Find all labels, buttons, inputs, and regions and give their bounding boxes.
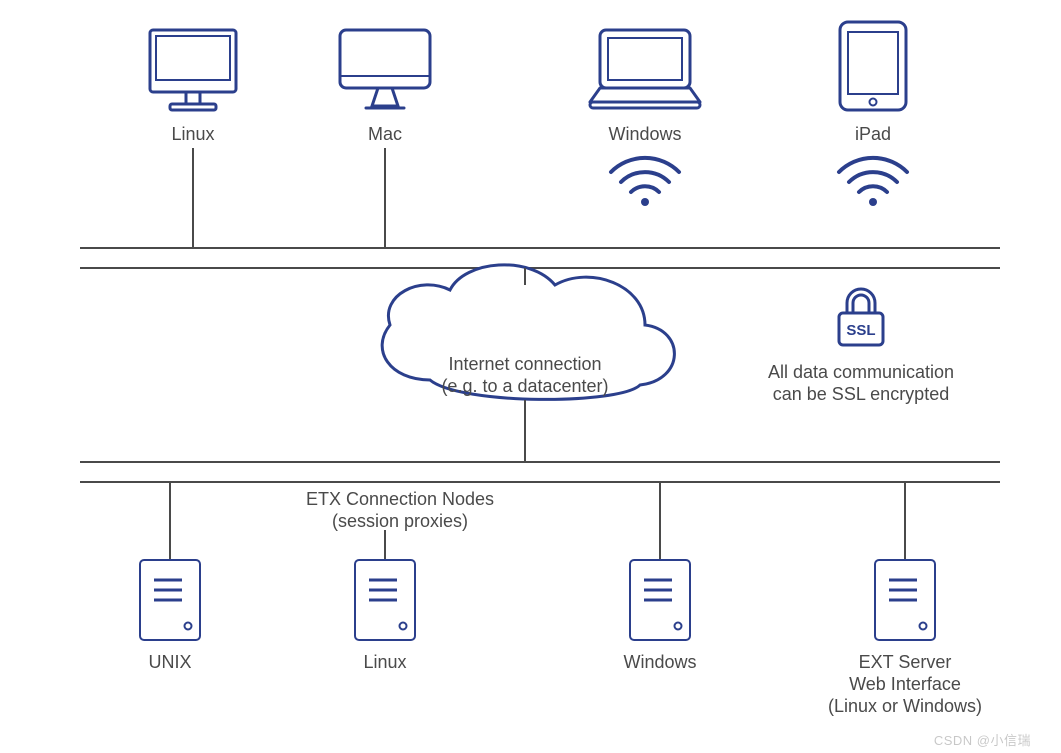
lock-badge-text: SSL	[846, 322, 875, 339]
server-ext-label-l3: (Linux or Windows)	[828, 696, 982, 716]
wifi-icon	[611, 158, 679, 206]
client-mac-label: Mac	[368, 124, 402, 144]
connection-nodes-line1: ETX Connection Nodes	[306, 489, 494, 509]
ssl-text-line1: All data communication	[768, 362, 954, 382]
server-windows	[630, 560, 690, 640]
server-ext-label-l2: Web Interface	[849, 674, 961, 694]
server-ext-label-l1: EXT Server	[859, 652, 952, 672]
client-windows-label: Windows	[608, 124, 681, 144]
server-windows-label: Windows	[623, 652, 696, 672]
architecture-diagram: Linux Mac Windows iPad Internet connecti…	[0, 0, 1061, 753]
lock-icon: SSL	[839, 289, 883, 345]
client-mac	[340, 30, 430, 108]
server-unix-label: UNIX	[148, 652, 191, 672]
client-ipad	[840, 22, 906, 110]
client-linux-label: Linux	[171, 124, 214, 144]
cloud-text-line2: (e.g. to a datacenter)	[441, 376, 608, 396]
server-linux	[355, 560, 415, 640]
server-ext	[875, 560, 935, 640]
server-unix	[140, 560, 200, 640]
wifi-icon	[839, 158, 907, 206]
client-ipad-label: iPad	[855, 124, 891, 144]
ssl-text-line2: can be SSL encrypted	[773, 384, 949, 404]
server-linux-label: Linux	[363, 652, 406, 672]
cloud-text-line1: Internet connection	[448, 354, 601, 374]
connection-nodes-line2: (session proxies)	[332, 511, 468, 531]
client-linux	[150, 30, 236, 110]
client-windows	[590, 30, 700, 108]
